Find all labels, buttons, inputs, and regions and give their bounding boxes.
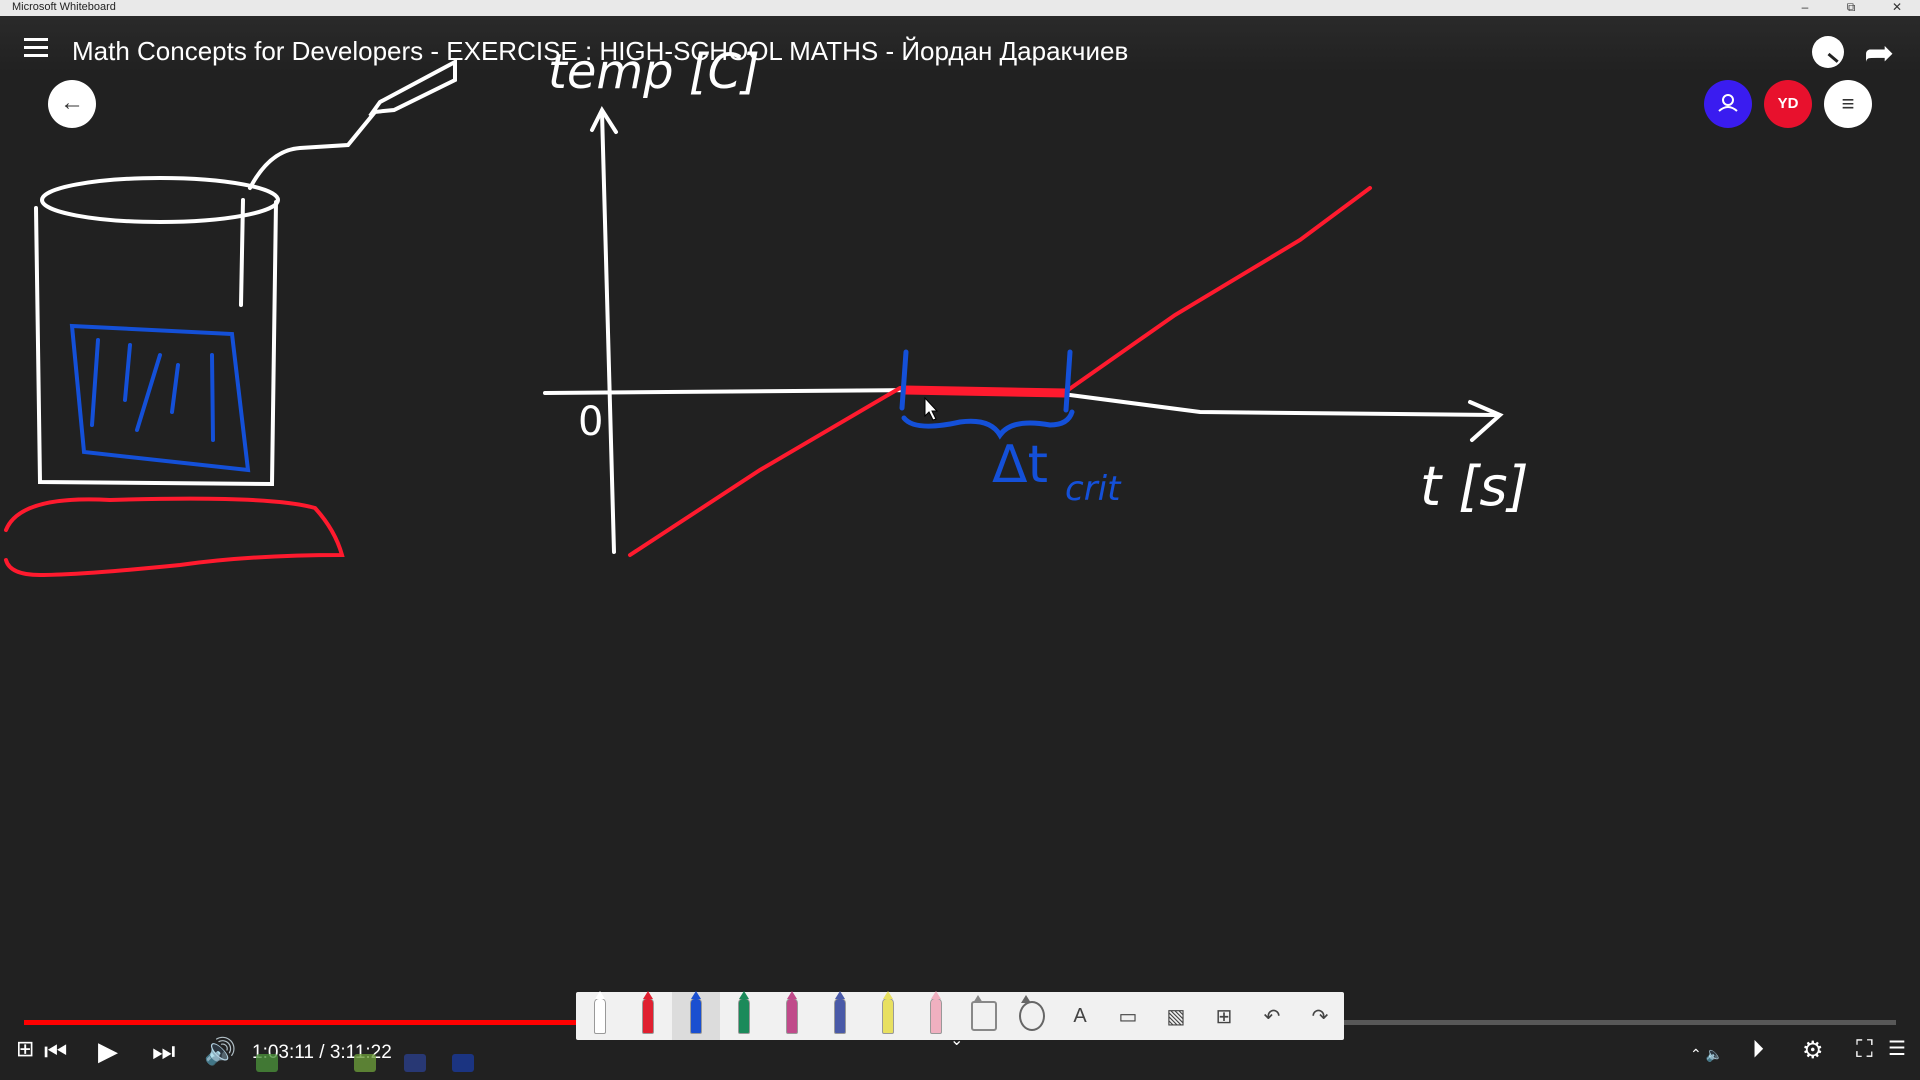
powershell-icon[interactable]: [452, 1054, 474, 1072]
taskbar-app-icons: [0, 1040, 1920, 1080]
ice-block-drawing: [69, 323, 251, 473]
whiteboard-canvas[interactable]: temp [C] t [s] 0 Δt crit: [0, 0, 1920, 1080]
origin-label: 0: [578, 399, 603, 445]
y-axis-label: temp [C]: [548, 44, 760, 100]
crit-subscript: crit: [1065, 469, 1122, 509]
delta-t-label: Δt: [992, 435, 1048, 495]
taskbar-app-icon[interactable]: [404, 1054, 426, 1072]
taskbar-app-icon[interactable]: [354, 1054, 376, 1072]
beaker-drawing: [34, 58, 457, 487]
progress-played: [24, 1020, 642, 1025]
temperature-curve: [628, 186, 1372, 557]
x-axis-label: t [s]: [1420, 455, 1529, 518]
mouse-cursor-icon: [924, 396, 939, 421]
burner-drawing: [4, 496, 345, 578]
taskbar-app-icon[interactable]: [256, 1054, 278, 1072]
